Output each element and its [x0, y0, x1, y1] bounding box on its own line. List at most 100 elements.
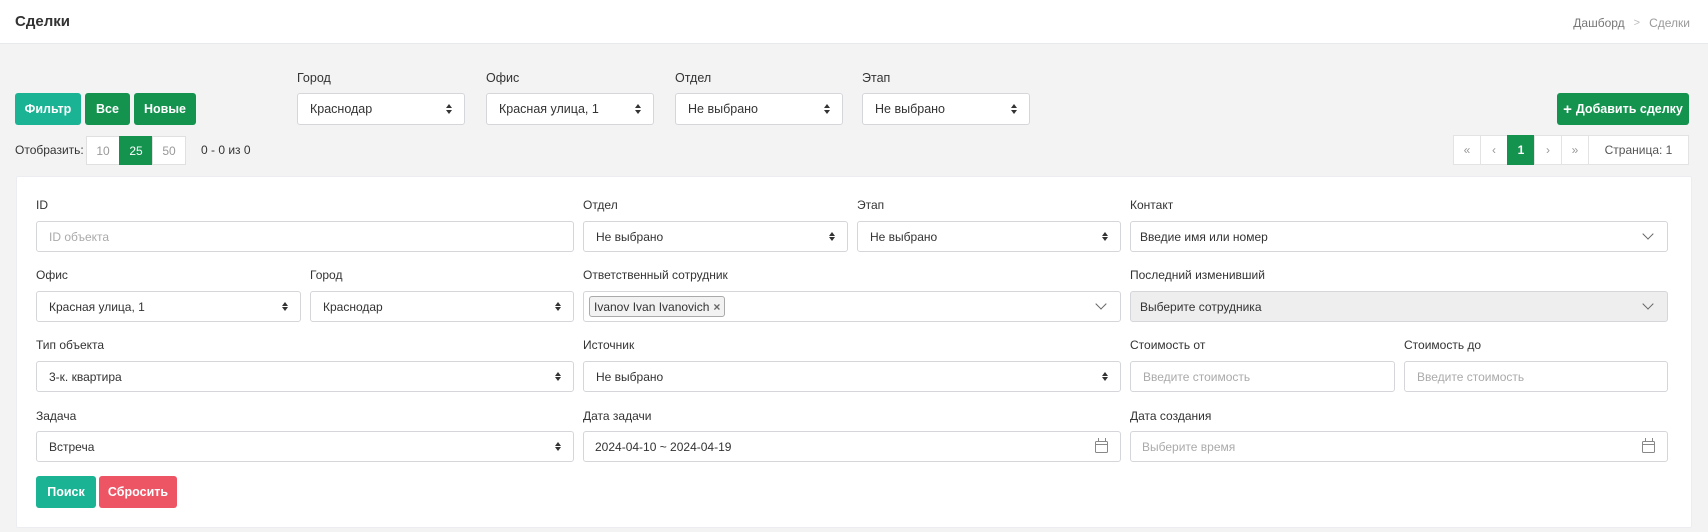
plus-icon: +	[1563, 100, 1572, 118]
object-type-label: Тип объекта	[36, 338, 105, 352]
contact-value: Введие имя или номер	[1140, 229, 1268, 244]
pagination: « ‹ 1 › » Страница: 1	[1453, 135, 1689, 165]
id-placeholder: ID объекта	[49, 229, 110, 244]
city-filter-value: Краснодар	[310, 102, 373, 116]
stage-filter-label: Этап	[862, 71, 891, 85]
price-from-label: Стоимость от	[1130, 338, 1206, 352]
stage-select[interactable]: Не выбрано	[857, 221, 1121, 252]
city-filter-label: Город	[297, 71, 331, 85]
office-select[interactable]: Красная улица, 1	[36, 291, 301, 322]
sort-arrows-icon	[446, 104, 452, 114]
last-modified-label: Последний изменивший	[1130, 268, 1265, 282]
id-label: ID	[36, 198, 48, 212]
breadcrumb-dashboard-link[interactable]: Дашборд	[1573, 16, 1624, 30]
stage-filter-select[interactable]: Не выбрано	[862, 93, 1030, 125]
breadcrumb-separator-icon: >	[1633, 17, 1641, 29]
department-select[interactable]: Не выбрано	[583, 221, 848, 252]
sort-arrows-icon	[635, 104, 641, 114]
price-to-input[interactable]: Введите стоимость	[1404, 361, 1668, 392]
sort-arrows-icon	[1102, 231, 1108, 242]
tag-remove-icon[interactable]: ×	[713, 300, 720, 314]
id-input[interactable]: ID объекта	[36, 221, 574, 252]
last-modified-select[interactable]: Выберите сотрудника	[1130, 291, 1668, 322]
all-button[interactable]: Все	[85, 93, 130, 125]
per-page-group: 10 25 50	[86, 136, 186, 165]
last-page-button[interactable]: »	[1561, 135, 1589, 165]
responsible-tag-label: Ivanov Ivan Ivanovich	[594, 299, 710, 314]
stage-value: Не выбрано	[870, 229, 938, 244]
prev-page-button[interactable]: ‹	[1480, 135, 1508, 165]
last-modified-value: Выберите сотрудника	[1140, 299, 1262, 314]
object-type-select[interactable]: 3-к. квартира	[36, 361, 574, 392]
add-deal-label: Добавить сделку	[1575, 102, 1683, 116]
created-date-label: Дата создания	[1130, 409, 1212, 423]
filter-button[interactable]: Фильтр	[15, 93, 81, 125]
per-page-option-50[interactable]: 50	[152, 136, 186, 165]
task-label: Задача	[36, 409, 77, 423]
per-page-option-25[interactable]: 25	[119, 136, 153, 165]
city-value: Краснодар	[323, 299, 383, 314]
breadcrumb-current: Сделки	[1649, 16, 1690, 30]
task-value: Встреча	[49, 439, 95, 454]
city-select[interactable]: Краснодар	[310, 291, 574, 322]
created-date-input[interactable]: Выберите время	[1130, 431, 1668, 462]
office-filter-label: Офис	[486, 71, 520, 85]
reset-button[interactable]: Сбросить	[99, 476, 177, 508]
contact-label: Контакт	[1130, 198, 1174, 212]
sort-arrows-icon	[555, 441, 561, 452]
department-value: Не выбрано	[596, 229, 664, 244]
created-date-placeholder: Выберите время	[1142, 439, 1236, 454]
responsible-label: Ответственный сотрудник	[583, 268, 728, 282]
page-header: Сделки Дашборд > Сделки	[0, 0, 1708, 44]
sort-arrows-icon	[824, 104, 830, 114]
sort-arrows-icon	[1102, 371, 1108, 382]
city-filter-select[interactable]: Краснодар	[297, 93, 465, 125]
office-value: Красная улица, 1	[49, 299, 145, 314]
price-to-label: Стоимость до	[1404, 338, 1482, 352]
breadcrumb: Дашборд > Сделки	[1573, 16, 1690, 30]
office-filter-select[interactable]: Красная улица, 1	[486, 93, 654, 125]
price-from-placeholder: Введите стоимость	[1143, 369, 1251, 384]
sort-arrows-icon	[282, 301, 288, 312]
department-label: Отдел	[583, 198, 618, 212]
page-1-button[interactable]: 1	[1507, 135, 1535, 165]
stage-filter-value: Не выбрано	[875, 102, 945, 116]
contact-select[interactable]: Введие имя или номер	[1130, 221, 1668, 252]
chevron-down-icon	[1095, 298, 1107, 310]
chevron-down-icon	[1642, 228, 1654, 240]
source-label: Источник	[583, 338, 635, 352]
per-page-label: Отобразить:	[15, 143, 84, 157]
sort-arrows-icon	[555, 371, 561, 382]
per-page-option-10[interactable]: 10	[86, 136, 120, 165]
price-from-input[interactable]: Введите стоимость	[1130, 361, 1395, 392]
calendar-icon[interactable]	[1642, 437, 1655, 453]
search-button[interactable]: Поиск	[36, 476, 96, 508]
task-date-value: 2024-04-10 ~ 2024-04-19	[595, 439, 732, 454]
city-label: Город	[310, 268, 343, 282]
task-date-input[interactable]: 2024-04-10 ~ 2024-04-19	[583, 431, 1121, 462]
calendar-icon[interactable]	[1095, 437, 1108, 453]
task-select[interactable]: Встреча	[36, 431, 574, 462]
results-count: 0 - 0 из 0	[201, 143, 251, 157]
department-filter-value: Не выбрано	[688, 102, 758, 116]
new-button[interactable]: Новые	[134, 93, 196, 125]
first-page-button[interactable]: «	[1453, 135, 1481, 165]
office-label: Офис	[36, 268, 68, 282]
source-value: Не выбрано	[596, 369, 664, 384]
source-select[interactable]: Не выбрано	[583, 361, 1121, 392]
object-type-value: 3-к. квартира	[49, 369, 122, 384]
price-to-placeholder: Введите стоимость	[1417, 369, 1525, 384]
department-filter-label: Отдел	[675, 71, 712, 85]
stage-label: Этап	[857, 198, 885, 212]
page-title: Сделки	[15, 13, 70, 30]
sort-arrows-icon	[1011, 104, 1017, 114]
next-page-button[interactable]: ›	[1534, 135, 1562, 165]
office-filter-value: Красная улица, 1	[499, 102, 599, 116]
sort-arrows-icon	[829, 231, 835, 242]
sort-arrows-icon	[555, 301, 561, 312]
responsible-tag: Ivanov Ivan Ivanovich ×	[589, 296, 726, 317]
department-filter-select[interactable]: Не выбрано	[675, 93, 843, 125]
add-deal-button[interactable]: + Добавить сделку	[1557, 93, 1689, 125]
responsible-multiselect[interactable]: Ivanov Ivan Ivanovich ×	[583, 291, 1121, 322]
task-date-label: Дата задачи	[583, 409, 652, 423]
